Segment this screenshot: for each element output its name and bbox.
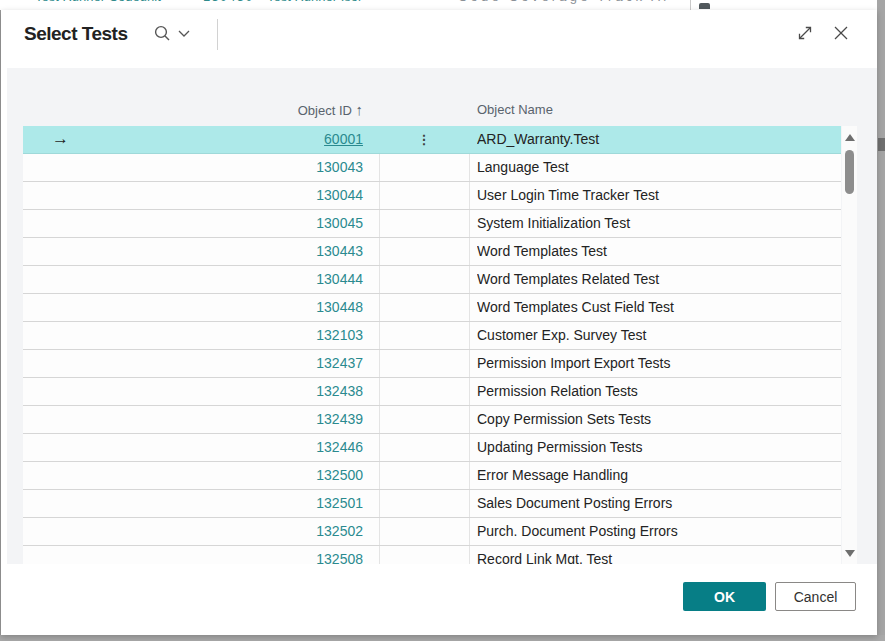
object-id-cell[interactable]: 130045 <box>23 210 363 237</box>
background-field-divider <box>690 0 691 10</box>
object-id-cell[interactable]: 132508 <box>23 546 363 564</box>
object-name-cell: Permission Import Export Tests <box>477 350 837 377</box>
sort-ascending-icon: ↑ <box>356 101 364 118</box>
search-button[interactable] <box>151 23 197 45</box>
object-name-cell: Permission Relation Tests <box>477 378 837 405</box>
background-text-fragment: Test Runner Codeunit <box>35 0 161 5</box>
object-name-cell: Record Link Mgt. Test <box>477 546 837 564</box>
object-id-cell[interactable]: 132437 <box>23 350 363 377</box>
expand-diagonal-icon <box>795 23 815 43</box>
table-row[interactable]: 130043 Language Test <box>23 154 841 182</box>
object-name-cell: Sales Document Posting Errors <box>477 490 837 517</box>
dialog-title: Select Tests <box>24 23 127 45</box>
background-text-fragment: Code Coverage Track Al <box>458 0 669 5</box>
table-row[interactable]: 132437 Permission Import Export Tests <box>23 350 841 378</box>
select-tests-dialog: Select Tests <box>1 10 877 635</box>
background-icon <box>699 3 710 9</box>
expand-dialog-button[interactable] <box>795 23 815 43</box>
background-page-bottom-edge <box>0 635 885 641</box>
background-page-strip: Test Runner Codeunit 130450 Test Runner Is… <box>0 0 877 10</box>
background-text-fragment: Test Runner Isol <box>267 0 361 5</box>
table-row[interactable]: 132500 Error Message Handling <box>23 462 841 490</box>
object-name-cell: Customer Exp. Survey Test <box>477 322 837 349</box>
search-icon <box>156 27 169 40</box>
scrollbar-down-arrow-icon[interactable] <box>845 550 855 557</box>
object-name-cell: Copy Permission Sets Tests <box>477 406 837 433</box>
table-scrollbar[interactable] <box>842 126 857 564</box>
table-row[interactable]: 130045 System Initialization Test <box>23 210 841 238</box>
scrollbar-up-arrow-icon[interactable] <box>845 134 855 141</box>
table-row[interactable]: 130448 Word Templates Cust Field Test <box>23 294 841 322</box>
object-id-cell[interactable]: 132501 <box>23 490 363 517</box>
close-icon <box>831 23 851 43</box>
object-id-cell[interactable]: 132502 <box>23 518 363 545</box>
table-row[interactable]: →60001⋮ARD_Warranty.Test <box>23 126 841 154</box>
row-options-icon[interactable]: ⋮ <box>416 126 432 153</box>
ok-button[interactable]: OK <box>683 582 766 611</box>
object-id-cell[interactable]: 130043 <box>23 154 363 181</box>
scrollbar-thumb[interactable] <box>845 150 854 194</box>
background-scrollbar-thumb <box>878 138 885 151</box>
screen: Test Runner Codeunit 130450 Test Runner Is… <box>0 0 885 641</box>
header-divider <box>217 19 218 50</box>
table-row[interactable]: 130044 User Login Time Tracker Test <box>23 182 841 210</box>
chevron-down-icon <box>179 31 189 36</box>
table-row[interactable]: 132502 Purch. Document Posting Errors <box>23 518 841 546</box>
cancel-button[interactable]: Cancel <box>775 582 856 611</box>
table-row[interactable]: 132508 Record Link Mgt. Test <box>23 546 841 564</box>
table-row[interactable]: 132501 Sales Document Posting Errors <box>23 490 841 518</box>
object-id-cell[interactable]: 132439 <box>23 406 363 433</box>
object-name-cell: Word Templates Related Test <box>477 266 837 293</box>
object-name-cell: Word Templates Cust Field Test <box>477 294 837 321</box>
table-rows: →60001⋮ARD_Warranty.Test130043Language T… <box>23 126 841 564</box>
object-id-cell[interactable]: 130444 <box>23 266 363 293</box>
object-id-cell[interactable]: 132446 <box>23 434 363 461</box>
object-id-cell[interactable]: 130044 <box>23 182 363 209</box>
object-name-cell: System Initialization Test <box>477 210 837 237</box>
object-id-cell[interactable]: 130448 <box>23 294 363 321</box>
object-name-cell: Error Message Handling <box>477 462 837 489</box>
object-name-cell: Word Templates Test <box>477 238 837 265</box>
object-id-cell[interactable]: 132103 <box>23 322 363 349</box>
object-name-cell: Updating Permission Tests <box>477 434 837 461</box>
object-name-cell: Language Test <box>477 154 837 181</box>
object-id-cell[interactable]: 60001 <box>23 126 363 153</box>
background-text-fragment: 130450 <box>203 0 254 5</box>
object-name-cell: User Login Time Tracker Test <box>477 182 837 209</box>
object-id-cell[interactable]: 130443 <box>23 238 363 265</box>
table-row[interactable]: 132438 Permission Relation Tests <box>23 378 841 406</box>
object-id-cell[interactable]: 132500 <box>23 462 363 489</box>
background-page-right-edge <box>877 0 885 641</box>
table-row[interactable]: 132439 Copy Permission Sets Tests <box>23 406 841 434</box>
object-name-cell: ARD_Warranty.Test <box>477 126 837 153</box>
table-row[interactable]: 130443 Word Templates Test <box>23 238 841 266</box>
column-header-object-id[interactable]: Object ID ↑ <box>213 100 363 120</box>
table-row[interactable]: 132446 Updating Permission Tests <box>23 434 841 462</box>
close-dialog-button[interactable] <box>831 23 851 43</box>
object-id-cell[interactable]: 132438 <box>23 378 363 405</box>
table-row[interactable]: 132103 Customer Exp. Survey Test <box>23 322 841 350</box>
column-header-object-name[interactable]: Object Name <box>477 100 553 120</box>
table-row[interactable]: 130444 Word Templates Related Test <box>23 266 841 294</box>
object-name-cell: Purch. Document Posting Errors <box>477 518 837 545</box>
